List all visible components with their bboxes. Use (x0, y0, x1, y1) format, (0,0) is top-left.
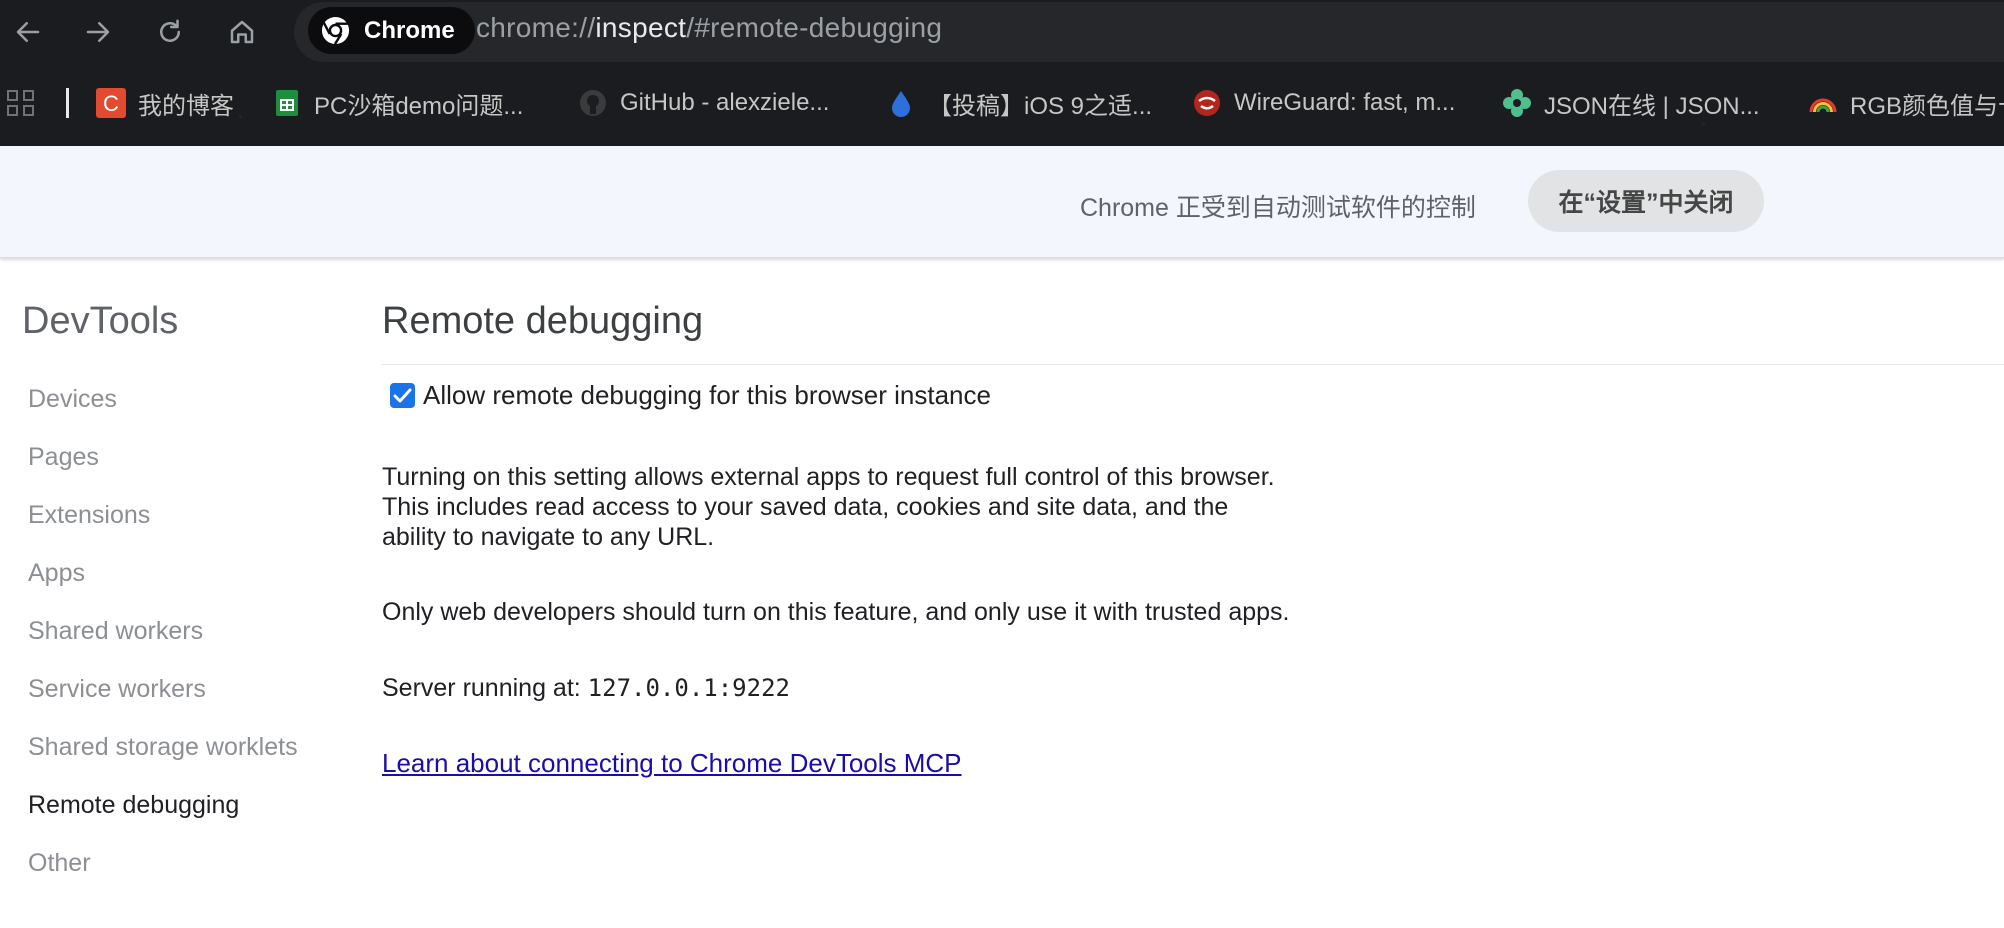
bookmark-label: GitHub - alexziele... (620, 89, 830, 116)
bookmark-label: PC沙箱demo问题... (314, 92, 524, 120)
server-address: 127.0.0.1:9222 (587, 674, 790, 702)
bookmark-label: 【投稿】iOS 9之适... (928, 92, 1153, 120)
browser-chrome: Chrome chrome://inspect/#remote-debuggin… (0, 0, 2004, 146)
checkbox-label[interactable]: Allow remote debugging for this browser … (423, 380, 991, 411)
reload-button[interactable] (148, 10, 192, 54)
sidebar-item-devices[interactable]: Devices (28, 370, 298, 428)
reload-icon (160, 19, 180, 42)
warning-text: Turning on this setting allows external … (382, 462, 1275, 552)
svg-text:C: C (103, 91, 119, 116)
sidebar-title: DevTools (22, 300, 179, 342)
close-in-settings-button[interactable]: 在“设置”中关闭 (1528, 170, 1764, 232)
warning-line: Turning on this setting allows external … (382, 463, 1275, 491)
sidebar-item-shared-workers[interactable]: Shared workers (28, 602, 298, 660)
chip-label: Chrome (364, 16, 455, 44)
url-path: /#remote-debugging (686, 12, 943, 43)
url-text[interactable]: chrome://inspect/#remote-debugging (476, 12, 942, 44)
csdn-icon: C (96, 88, 126, 118)
bookmark-label: WireGuard: fast, m... (1234, 89, 1456, 116)
bookmark-item[interactable]: 【投稿】iOS 9之适... (886, 84, 1152, 122)
checkmark-icon (393, 388, 412, 403)
server-label: Server running at: (382, 674, 581, 702)
sidebar-item-apps[interactable]: Apps (28, 544, 298, 602)
sidebar-item-extensions[interactable]: Extensions (28, 486, 298, 544)
flower-icon (1503, 89, 1531, 117)
rainbow-icon (1809, 98, 1837, 113)
page-title: Remote debugging (382, 300, 704, 342)
warning-line: This includes read access to your saved … (382, 493, 1229, 521)
bookmark-item[interactable]: JSON在线 | JSON... (1502, 84, 1760, 122)
sidebar-item-shared-storage-worklets[interactable]: Shared storage worklets (28, 718, 298, 776)
bookmark-item[interactable]: GitHub - alexziele... (578, 84, 829, 122)
sidebar-nav: Devices Pages Extensions Apps Shared wor… (28, 370, 298, 892)
chrome-logo-icon (321, 16, 350, 45)
sheets-icon (276, 90, 298, 116)
remote-debugging-option: Allow remote debugging for this browser … (390, 380, 991, 411)
warning-line: ability to navigate to any URL. (382, 523, 715, 551)
site-info-chip[interactable]: Chrome (308, 7, 475, 54)
server-status: Server running at: 127.0.0.1:9222 (382, 673, 790, 703)
bookmark-label: RGB颜色值与十 (1850, 92, 2004, 120)
home-button[interactable] (220, 10, 264, 54)
sidebar-item-service-workers[interactable]: Service workers (28, 660, 298, 718)
drop-icon (892, 91, 910, 117)
bookmarks-divider (66, 88, 69, 118)
apps-grid-icon[interactable] (6, 88, 36, 118)
github-icon (580, 90, 606, 116)
back-button[interactable] (6, 10, 50, 54)
bookmark-label: JSON在线 | JSON... (1544, 92, 1760, 120)
devtools-mcp-link[interactable]: Learn about connecting to Chrome DevTool… (382, 748, 962, 779)
arrow-right-icon (86, 22, 110, 42)
bookmark-item[interactable]: C 我的博客 (96, 84, 234, 122)
title-divider (382, 364, 2004, 365)
infobar-message: Chrome 正受到自动测试软件的控制 (1080, 194, 1476, 222)
automation-infobar: Chrome 正受到自动测试软件的控制 在“设置”中关闭 (0, 146, 2004, 258)
bookmark-item[interactable]: RGB颜色值与十 (1808, 84, 2004, 122)
bookmarks-bar: C 我的博客 PC沙箱demo问题... GitHub - alexziele.… (0, 76, 2004, 132)
bookmark-item[interactable]: PC沙箱demo问题... (272, 84, 523, 122)
developer-note: Only web developers should turn on this … (382, 598, 1290, 626)
arrow-left-icon (16, 22, 40, 42)
home-icon (230, 20, 254, 44)
allow-remote-debugging-checkbox[interactable] (390, 383, 415, 408)
sidebar-item-pages[interactable]: Pages (28, 428, 298, 486)
browser-toolbar: Chrome chrome://inspect/#remote-debuggin… (0, 0, 2004, 64)
wireguard-icon (1194, 90, 1220, 116)
url-scheme: chrome:// (476, 12, 596, 43)
bookmark-label: 我的博客 (138, 92, 234, 120)
forward-button[interactable] (76, 10, 120, 54)
sidebar-item-other[interactable]: Other (28, 834, 298, 892)
sidebar-item-remote-debugging[interactable]: Remote debugging (28, 776, 298, 834)
url-host: inspect (595, 12, 687, 43)
bookmark-item[interactable]: WireGuard: fast, m... (1192, 84, 1455, 122)
